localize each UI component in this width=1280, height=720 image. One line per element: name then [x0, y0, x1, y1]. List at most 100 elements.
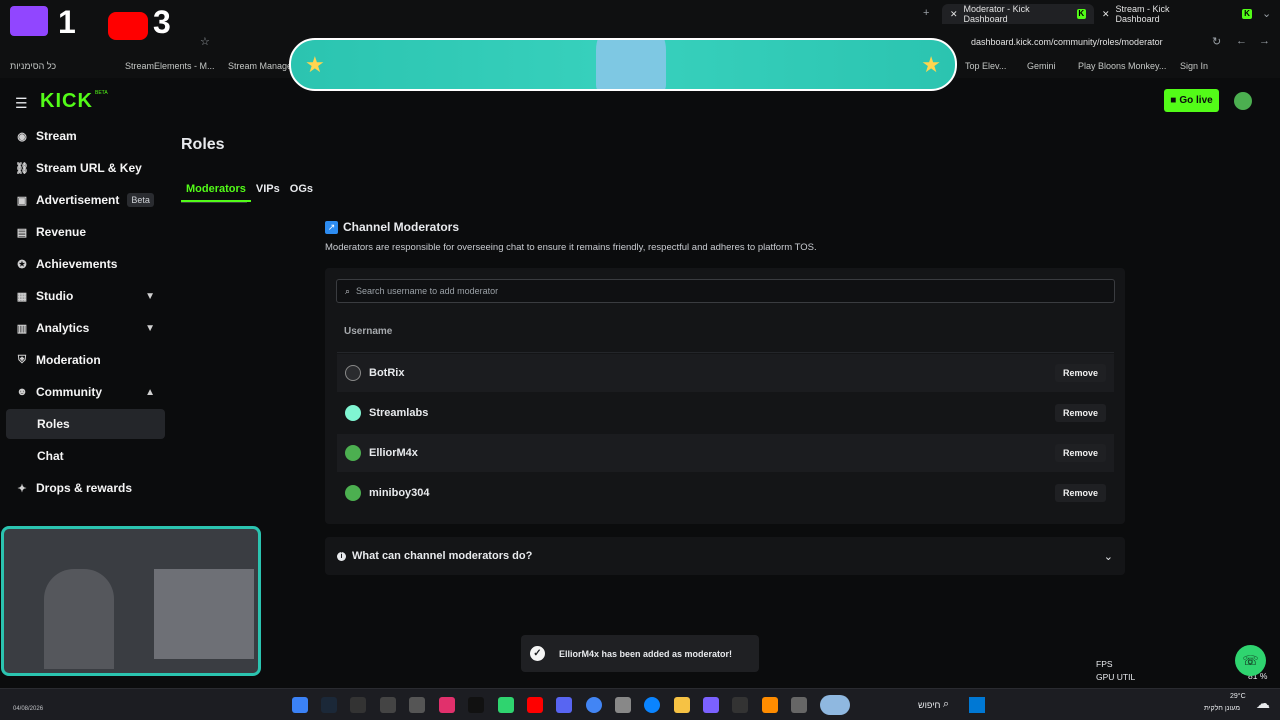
- hamburger-menu-icon[interactable]: ☰: [15, 95, 28, 112]
- sidebar-item-stream[interactable]: ◉ Stream: [6, 121, 165, 151]
- chrome-icon[interactable]: [586, 697, 602, 713]
- toast-notification: ✓ ElliorM4x has been added as moderator!: [521, 635, 759, 672]
- rockstar-icon[interactable]: [468, 697, 484, 713]
- anime-character-image: [596, 40, 666, 89]
- sidebar-item-chat[interactable]: Chat: [6, 441, 165, 471]
- close-tab-icon[interactable]: ✕: [1102, 9, 1110, 20]
- chevron-down-icon: ▼: [145, 290, 155, 302]
- trophy-icon: ✪: [17, 258, 27, 271]
- search-icon[interactable]: ⌕: [943, 698, 949, 711]
- discord-icon[interactable]: [556, 697, 572, 713]
- url-field[interactable]: dashboard.kick.com/community/roles/moder…: [971, 37, 1163, 47]
- sidebar-item-analytics[interactable]: ▥ Analytics ▼: [6, 313, 165, 343]
- apps-grid-icon[interactable]: [703, 697, 719, 713]
- faq-accordion[interactable]: i What can channel moderators do? ⌄: [325, 537, 1125, 575]
- obs-icon[interactable]: [380, 697, 396, 713]
- support-chat-icon[interactable]: ☏: [1235, 645, 1266, 676]
- browser-tab-moderator[interactable]: ✕ Moderator - Kick Dashboard K: [942, 4, 1094, 24]
- taskbar-app-icon[interactable]: [292, 697, 308, 713]
- header-divider: [337, 352, 1114, 353]
- store-icon[interactable]: [615, 697, 631, 713]
- forward-icon[interactable]: →: [1259, 35, 1270, 47]
- fps-label: FPS: [1096, 659, 1113, 669]
- moderator-row: miniboy304 Remove: [337, 474, 1114, 512]
- gpu-label: GPU UTIL: [1096, 672, 1136, 682]
- weather-temp: 29°C: [1230, 693, 1246, 700]
- sidebar-item-achievements[interactable]: ✪ Achievements: [6, 249, 165, 279]
- kick-logo[interactable]: KICK: [40, 90, 93, 113]
- moderation-icon: ⛨: [17, 353, 27, 366]
- tab-search-icon[interactable]: ⌄: [1262, 7, 1271, 20]
- tiktok-icon[interactable]: [439, 697, 455, 713]
- star-icon: ★: [305, 52, 325, 77]
- new-tab-icon[interactable]: +: [923, 7, 929, 19]
- section-description: Moderators are responsible for overseein…: [325, 242, 817, 253]
- toast-message: ElliorM4x has been added as moderator!: [559, 648, 733, 659]
- weather-cloud-icon: ☁: [1256, 695, 1270, 711]
- remove-button[interactable]: Remove: [1054, 444, 1106, 462]
- remove-button[interactable]: Remove: [1054, 404, 1106, 422]
- epic-games-icon[interactable]: [350, 697, 366, 713]
- moderator-row: Streamlabs Remove: [337, 394, 1114, 432]
- folder-icon[interactable]: [674, 697, 690, 713]
- bookmark-stream-manager[interactable]: Stream Manager: [228, 61, 295, 71]
- browser-tab-bar: + ✕ Moderator - Kick Dashboard K ✕ Strea…: [0, 0, 1280, 28]
- gift-icon: ✦: [17, 482, 27, 495]
- page-title: Roles: [181, 136, 225, 153]
- capcut-icon[interactable]: [732, 697, 748, 713]
- bookmark-streamelements[interactable]: StreamElements - M...: [125, 61, 215, 71]
- section-title: Channel Moderators: [343, 220, 460, 234]
- app-icon[interactable]: [409, 697, 425, 713]
- go-live-button[interactable]: ■ Go live: [1164, 89, 1219, 112]
- bookmark-star-icon[interactable]: ☆: [200, 35, 210, 48]
- taskbar-search-label[interactable]: חיפוש: [918, 700, 940, 710]
- sidebar-item-community[interactable]: ☻ Community ▲: [6, 377, 165, 407]
- webcam-overlay: [1, 526, 261, 676]
- user-avatar[interactable]: [1234, 92, 1252, 110]
- copilot-icon[interactable]: [762, 697, 778, 713]
- bookmark-all[interactable]: כל הסימניות: [10, 61, 56, 71]
- tab-moderators[interactable]: Moderators: [181, 182, 251, 202]
- date: 04/08/2026: [13, 706, 44, 712]
- chevron-up-icon: ▲: [145, 386, 155, 398]
- botrix-avatar: [345, 365, 361, 381]
- tab-vips[interactable]: VIPs: [251, 182, 285, 202]
- back-icon[interactable]: ←: [1236, 35, 1247, 47]
- bookmark-gemini[interactable]: Gemini: [1027, 61, 1056, 71]
- reload-icon[interactable]: ↻: [1212, 35, 1221, 48]
- sidebar-item-drops-rewards[interactable]: ✦ Drops & rewards: [6, 473, 165, 503]
- window-icon[interactable]: [791, 697, 807, 713]
- chevron-down-icon: ⌄: [1103, 550, 1113, 563]
- sidebar-item-studio[interactable]: ▦ Studio ▼: [6, 281, 165, 311]
- beta-badge: Beta: [127, 193, 154, 207]
- moderator-row: ElliorM4x Remove: [337, 434, 1114, 472]
- bookmark-bloons[interactable]: Play Bloons Monkey...: [1078, 61, 1166, 71]
- close-tab-icon[interactable]: ✕: [950, 9, 958, 20]
- kick-k-icon: ■: [1170, 95, 1177, 106]
- bookmark-sign-in[interactable]: Sign In: [1180, 61, 1208, 71]
- youtube-icon[interactable]: [527, 697, 543, 713]
- tab-ogs[interactable]: OGs: [285, 182, 318, 202]
- moderator-row: BotRix Remove: [337, 354, 1114, 392]
- star-icon: ★: [921, 52, 941, 77]
- analytics-icon: ▥: [16, 322, 28, 335]
- windows-start-icon[interactable]: [969, 697, 985, 713]
- sidebar-item-stream-url-key[interactable]: ⛓ Stream URL & Key: [6, 153, 165, 183]
- sidebar-item-roles[interactable]: Roles: [6, 409, 165, 439]
- remove-button[interactable]: Remove: [1054, 364, 1106, 382]
- kick-app-icon[interactable]: [498, 697, 514, 713]
- steam-icon[interactable]: [321, 697, 337, 713]
- widget-icon[interactable]: [820, 695, 850, 715]
- sidebar-item-revenue[interactable]: ▤ Revenue: [6, 217, 165, 247]
- sidebar-item-moderation[interactable]: ⛨ Moderation: [6, 345, 165, 375]
- remove-button[interactable]: Remove: [1054, 484, 1106, 502]
- link-icon: ⛓: [15, 162, 29, 175]
- check-icon: ✓: [530, 646, 545, 661]
- search-input[interactable]: ⌕ Search username to add moderator: [336, 279, 1115, 303]
- moderator-shield-icon: ↗: [325, 220, 338, 234]
- sidebar-item-advertisement[interactable]: ▣ Advertisement Beta: [6, 185, 165, 215]
- bookmark-top-elev[interactable]: Top Elev...: [965, 61, 1006, 71]
- edge-icon[interactable]: [644, 697, 660, 713]
- browser-tab-stream[interactable]: ✕ Stream - Kick Dashboard K: [1102, 4, 1252, 24]
- broadcast-icon: ◉: [17, 130, 27, 143]
